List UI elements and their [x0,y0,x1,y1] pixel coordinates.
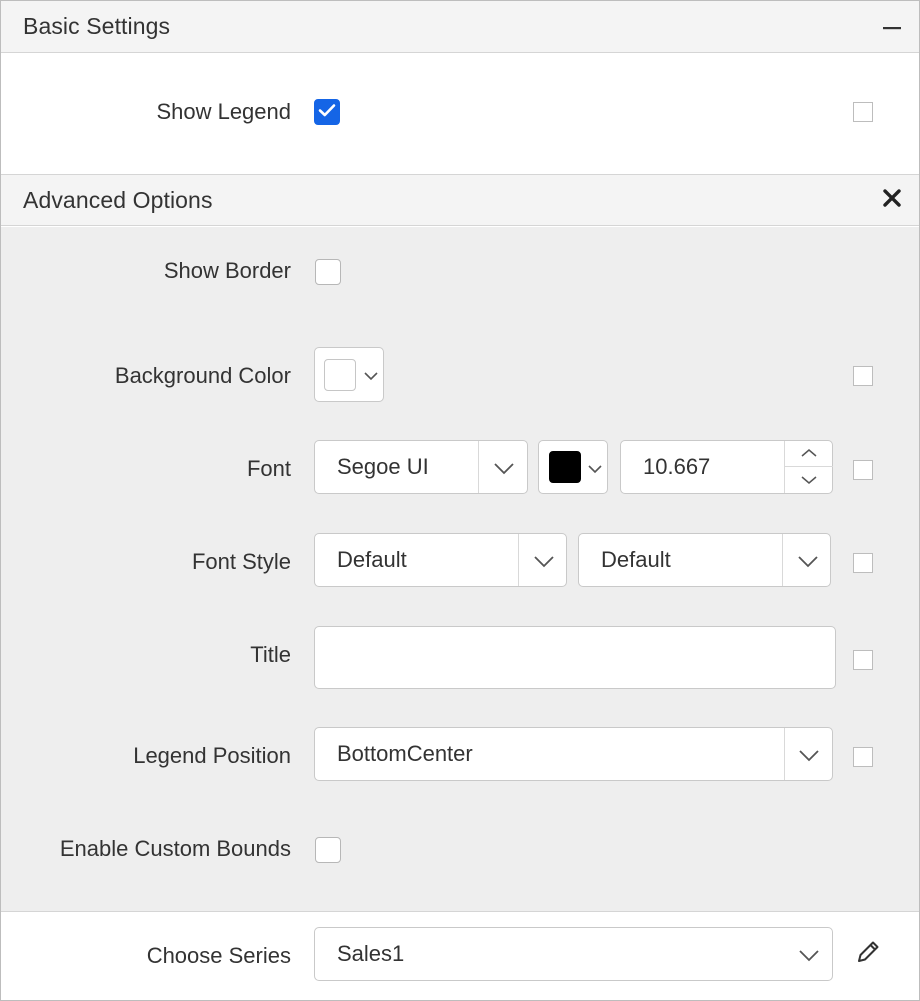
font-family-value: Segoe UI [337,454,429,479]
font-style-label: Font Style [191,549,291,574]
background-color-swatch [324,359,356,391]
minimize-icon [882,17,902,35]
title-label: Title [250,642,291,667]
check-icon [318,103,336,122]
legend-position-label: Legend Position [133,743,291,768]
background-color-picker[interactable] [314,347,384,402]
chevron-down-icon [796,942,822,968]
dropdown-divider [784,728,785,780]
font-color-swatch [549,451,581,483]
font-weight-value: Default [601,547,671,572]
basic-settings-title: Basic Settings [23,13,171,39]
advanced-options-header[interactable]: Advanced Options [1,174,919,226]
legend-position-dropdown[interactable]: BottomCenter [314,727,833,781]
chevron-down-icon [796,742,822,768]
properties-panel: Basic Settings Show Legend Advanced Opti… [0,0,920,1001]
edit-series-button[interactable] [853,939,883,969]
chevron-down-icon [491,455,517,481]
advanced-options-title: Advanced Options [23,187,213,213]
close-icon [882,188,902,213]
title-input[interactable] [314,626,836,689]
close-button[interactable] [879,187,905,213]
choose-series-dropdown[interactable]: Sales1 [314,927,833,981]
legend-position-value: BottomCenter [337,741,473,766]
choose-series-value: Sales1 [337,941,405,966]
chevron-down-icon [531,548,557,574]
spinner-down-button[interactable] [785,468,833,494]
spinner-down-icon [800,472,818,490]
title-side-checkbox[interactable] [853,650,873,670]
font-side-checkbox[interactable] [853,460,873,480]
choose-series-label: Choose Series [146,943,291,968]
background-color-side-checkbox[interactable] [853,366,873,386]
legend-position-side-checkbox[interactable] [853,747,873,767]
background-color-label: Background Color [114,363,291,388]
show-legend-side-checkbox[interactable] [853,102,873,122]
dropdown-divider [518,534,519,586]
show-border-checkbox[interactable] [315,259,341,285]
dropdown-divider [782,534,783,586]
enable-custom-bounds-checkbox[interactable] [315,837,341,863]
chevron-down-icon [795,548,821,574]
minimize-button[interactable] [879,13,905,39]
chevron-down-icon [363,368,379,386]
spinner-up-button[interactable] [785,441,833,467]
font-color-picker[interactable] [538,440,608,494]
font-family-dropdown[interactable]: Segoe UI [314,440,528,494]
edit-pencil-icon [855,939,881,970]
show-legend-checkbox[interactable] [314,99,340,125]
font-style-value: Default [337,547,407,572]
font-style-dropdown[interactable]: Default [314,533,567,587]
dropdown-divider [478,441,479,493]
chevron-down-icon [587,461,603,479]
font-size-spinner[interactable]: 10.667 [620,440,833,494]
show-legend-label: Show Legend [156,99,291,124]
font-size-value: 10.667 [643,454,711,479]
enable-custom-bounds-label: Enable Custom Bounds [59,836,291,861]
font-weight-dropdown[interactable]: Default [578,533,831,587]
spinner-up-icon [800,445,818,463]
basic-settings-header[interactable]: Basic Settings [1,1,919,53]
font-label: Font [246,456,291,481]
show-border-label: Show Border [163,258,291,283]
font-style-side-checkbox[interactable] [853,553,873,573]
